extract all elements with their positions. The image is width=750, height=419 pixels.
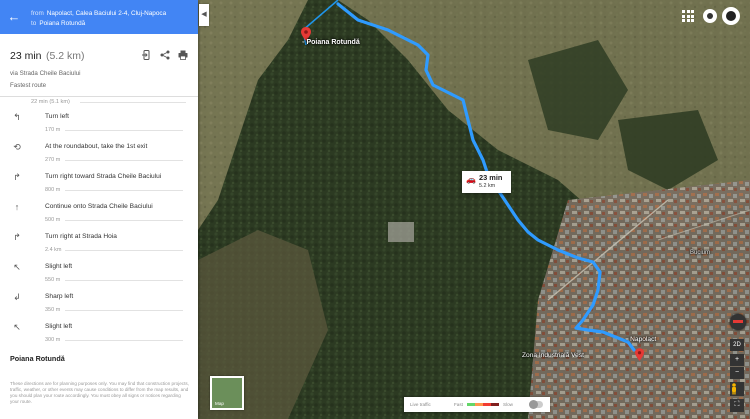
steps-list: 22 min (5.1 km) ↰ Turn left 170 m ⟲ At the r… (0, 97, 198, 347)
step-distance: 170 m (45, 127, 186, 133)
turn-right-icon: ↱ (13, 172, 21, 182)
view-2d-button[interactable]: 2D (730, 339, 744, 351)
directions-panel: ← from Napolact, Calea Baciului 2-4, Cluj… (0, 0, 198, 419)
direction-step[interactable]: ↱ Turn right toward Strada Cheile Baciulu… (0, 167, 198, 197)
origin-pin-icon[interactable] (635, 348, 644, 361)
car-icon: 🚗 (466, 175, 476, 184)
origin-address: Napolact, Calea Baciului 2-4, Cluj-Napoc… (46, 10, 167, 17)
collapse-panel-button[interactable]: ◀ (199, 4, 209, 26)
route-summary: 23 min (5.2 km) via Strada Cheile Baciul… (0, 34, 198, 96)
from-prefix: from (31, 10, 44, 17)
route-time: 23 min (10, 50, 42, 62)
step-distance: 350 m (45, 307, 186, 313)
destination-address: Poiana Rotundă (39, 20, 86, 27)
share-icon[interactable] (160, 47, 170, 60)
live-traffic-label[interactable]: Live traffic (410, 402, 431, 407)
turn-right-icon: ↱ (13, 232, 21, 242)
step-instruction: Slight left (45, 263, 73, 270)
origin-map-label[interactable]: ◦ Napolact (626, 336, 656, 343)
step-distance: 500 m (45, 217, 186, 223)
print-icon[interactable] (178, 47, 188, 60)
zoom-out-button[interactable]: − (730, 367, 744, 379)
traffic-scale (467, 403, 499, 406)
step-distance: 800 m (45, 187, 186, 193)
direction-step[interactable]: ↖ Slight left 550 m (0, 257, 198, 287)
step-instruction: Sharp left (45, 293, 74, 300)
direction-step[interactable]: ⟲ At the roundabout, take the 1st exit 270… (0, 137, 198, 167)
from-line[interactable]: from Napolact, Calea Baciului 2-4, Cluj-N… (31, 10, 166, 17)
traffic-toggle[interactable] (529, 400, 543, 409)
direction-step[interactable]: ↑ Continue onto Strada Cheile Baciului 500… (0, 197, 198, 227)
step-distance: 300 m (45, 337, 186, 343)
route-info-box[interactable]: 🚗 23 min 5.2 km (462, 171, 511, 193)
map-route-distance: 5.2 km (479, 183, 496, 189)
district-label: Bucium (690, 250, 711, 256)
directions-header: ← from Napolact, Calea Baciului 2-4, Cluj… (0, 0, 198, 34)
compass-icon[interactable] (730, 314, 746, 330)
route-note: Fastest route (10, 82, 47, 89)
to-line[interactable]: to Poiana Rotundă (31, 20, 85, 27)
fullscreen-icon[interactable]: ⛶ (730, 399, 744, 412)
roundabout-icon: ⟲ (13, 142, 21, 152)
traffic-fast-label: Fast (454, 402, 463, 407)
avatar[interactable] (722, 7, 740, 25)
map-imagery (198, 0, 750, 419)
zoom-in-button[interactable]: + (730, 354, 744, 366)
traffic-slow-label: Slow (503, 402, 513, 407)
step-instruction: Turn right toward Strada Cheile Baciului (45, 173, 162, 180)
direction-step[interactable]: ↖ Slight left 300 m (0, 317, 198, 347)
map-type-toggle[interactable]: Map (210, 376, 244, 410)
direction-step[interactable]: ↲ Sharp left 350 m (0, 287, 198, 317)
map-route-time: 23 min (479, 173, 503, 182)
apps-grid-icon[interactable] (682, 10, 694, 22)
disclaimer-text: These directions are for planning purpos… (10, 381, 189, 404)
route-via: via Strada Cheile Baciului (10, 70, 81, 77)
turn-left-icon: ↰ (13, 112, 21, 122)
direction-step[interactable]: ↱ Turn right at Strada Hoia 2.4 km (0, 227, 198, 257)
pegman-icon[interactable] (730, 382, 744, 396)
straight-icon: ↑ (14, 202, 20, 212)
step-instruction: At the roundabout, take the 1st exit (45, 143, 148, 150)
traffic-legend: Live traffic Fast Slow (404, 397, 550, 412)
step-distance: 2.4 km (45, 247, 180, 253)
step-distance: 550 m (45, 277, 186, 283)
destination-title: Poiana Rotundă (10, 354, 65, 363)
destination-map-label[interactable]: ◦ Poiana Rotundă (302, 39, 360, 46)
back-arrow-icon[interactable]: ← (6, 9, 22, 25)
direction-step[interactable]: ↰ Turn left 170 m (0, 107, 198, 137)
step-distance: 270 m (45, 157, 186, 163)
step-instruction: Continue onto Strada Cheile Baciului (45, 203, 153, 210)
notifications-icon[interactable] (703, 9, 717, 23)
send-to-phone-icon[interactable] (142, 47, 152, 60)
route-distance: (5.2 km) (45, 50, 85, 62)
steps-total-distance: 22 min (5.1 km) (0, 97, 198, 107)
slight-left-icon: ↖ (13, 322, 21, 332)
map-type-label: Map (215, 401, 224, 406)
step-instruction: Turn right at Strada Hoia (45, 233, 117, 240)
step-instruction: Turn left (45, 113, 69, 120)
sharp-left-icon: ↲ (13, 292, 21, 302)
to-prefix: to (31, 20, 37, 27)
satellite-map[interactable]: ◦ Poiana Rotundă 🚗 23 min 5.2 km ◦ Napol… (198, 0, 750, 419)
slight-left-icon: ↖ (13, 262, 21, 272)
area-label: Zona Industrială Vest (522, 352, 584, 359)
step-instruction: Slight left (45, 323, 73, 330)
